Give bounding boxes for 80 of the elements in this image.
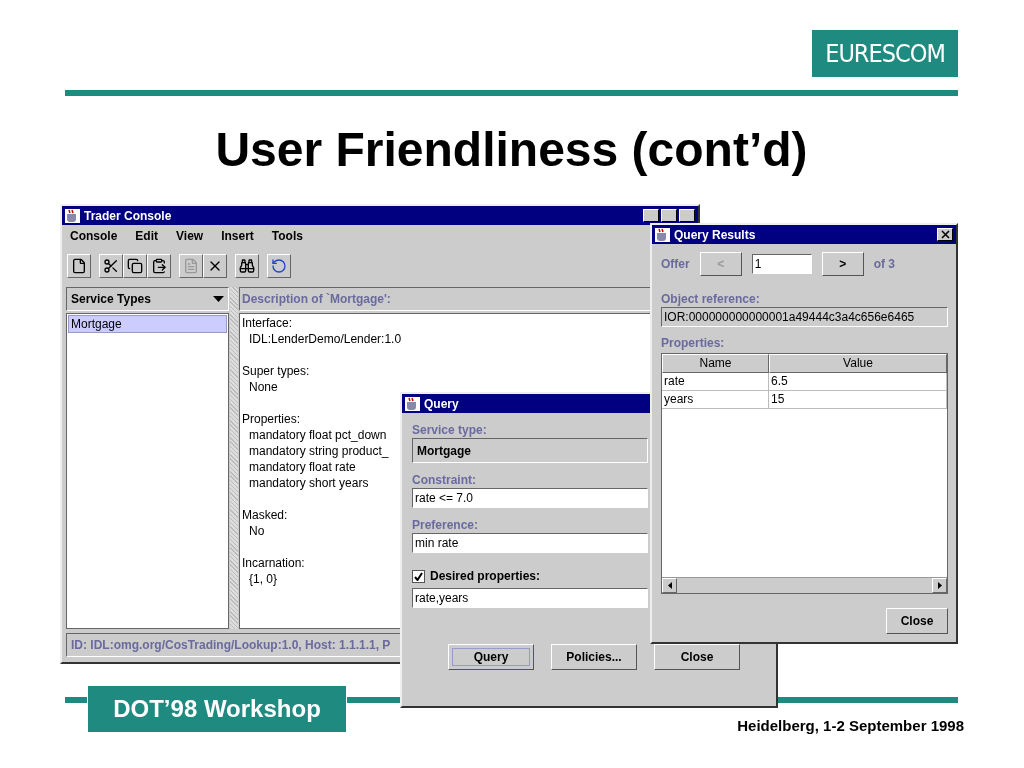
table-cell: 6.5 [769,373,947,390]
close-button[interactable] [679,209,695,222]
field-label: Properties: [661,336,726,350]
field-label: Service type: [412,423,488,437]
dialog-button[interactable]: Policies... [551,644,637,670]
menu-item[interactable]: Tools [271,229,303,245]
toolbar-button[interactable] [267,254,291,278]
menu-item[interactable]: View [176,229,204,245]
section-value: mandatory short years [248,475,369,491]
offer-field[interactable]: 1 [751,254,812,274]
section-value: {1, 0} [248,571,278,587]
offer-label: Offer [661,257,690,271]
section-label: Masked: [242,507,288,523]
maximize-button[interactable] [661,209,677,222]
menu-item[interactable]: Console [70,229,118,245]
offer-count: of 3 [873,257,895,271]
window-title: Trader Console [84,208,172,223]
section-label: Interface: [242,315,293,331]
app-icon [655,227,670,242]
left-arrow-icon [667,582,672,589]
blank-page-icon [71,258,87,274]
checkbox[interactable] [412,569,425,583]
copy-icon [127,258,143,274]
scissors-icon [103,258,119,274]
minimize-button[interactable] [643,209,659,222]
close-button[interactable] [937,228,953,241]
section-value: mandatory float pct_down [248,427,387,443]
footer-note: Heidelberg, 1-2 September 1998 [737,717,964,734]
section-label: Super types: [242,363,310,379]
section-label: Properties: [242,411,301,427]
window-title: Query Results [674,227,756,242]
section-value: mandatory float rate [248,459,356,475]
column-header[interactable]: Name [662,354,769,373]
clipboard-icon [151,258,167,274]
app-icon [65,208,80,223]
status-text: ID: IDL:omg.org/CosTrading/Lookup:1.0, Host: 1.1.1.1, P [71,638,391,652]
field-label: Preference: [412,518,480,532]
splitter-handle[interactable] [230,287,238,629]
toolbar-button[interactable] [67,254,91,278]
field-label: Object reference: [661,292,761,306]
list-item[interactable]: Mortgage [68,315,227,333]
toolbar-button[interactable] [123,254,147,278]
toolbar-button[interactable] [203,254,227,278]
toolbar-button[interactable] [235,254,259,278]
object-reference-field: IOR:000000000000001a49444c3a4c656e6465 [661,307,948,327]
section-value: None [248,379,278,395]
table-cell: 15 [769,391,947,408]
service-type-dropdown[interactable]: Mortgage [412,438,648,463]
column-header[interactable]: Value [769,354,947,373]
dropdown-arrow-icon [213,296,224,302]
dialog-button[interactable]: Close [654,644,740,670]
horizontal-scrollbar[interactable] [662,577,947,593]
section-value: mandatory string product_ [248,443,389,459]
table-cell: years [662,391,769,408]
window-title: Query [424,396,459,411]
toolbar-button[interactable] [147,254,171,278]
desired-properties-field[interactable]: rate,years [412,588,648,608]
constraint-field[interactable]: rate <= 7.0 [412,488,648,508]
refresh-icon [271,258,287,274]
close-button[interactable]: Close [886,608,948,634]
dialog-button[interactable]: Query [448,644,534,670]
right-arrow-icon [937,582,942,589]
checkbox-label: Desired properties: [430,569,541,583]
document-icon [183,258,199,274]
toolbar-button[interactable] [99,254,123,278]
section-label: Incarnation: [242,555,305,571]
logo: EURESCOM [812,30,958,77]
section-value: IDL:LenderDemo/Lender:1.0 [248,331,402,347]
next-button[interactable]: > [821,252,864,276]
menu-item[interactable]: Edit [135,229,158,245]
service-types-dropdown[interactable]: Service Types [66,287,229,311]
menu-item[interactable]: Insert [221,229,254,245]
section-value: No [248,523,265,539]
field-label: Constraint: [412,473,477,487]
app-icon [405,396,420,411]
slide-title: User Friendliness (cont’d) [214,122,809,178]
preference-field[interactable]: min rate [412,533,648,553]
binoculars-icon [239,258,255,274]
table-cell: rate [662,373,769,390]
footer-badge: DOT’98 Workshop [87,685,347,733]
